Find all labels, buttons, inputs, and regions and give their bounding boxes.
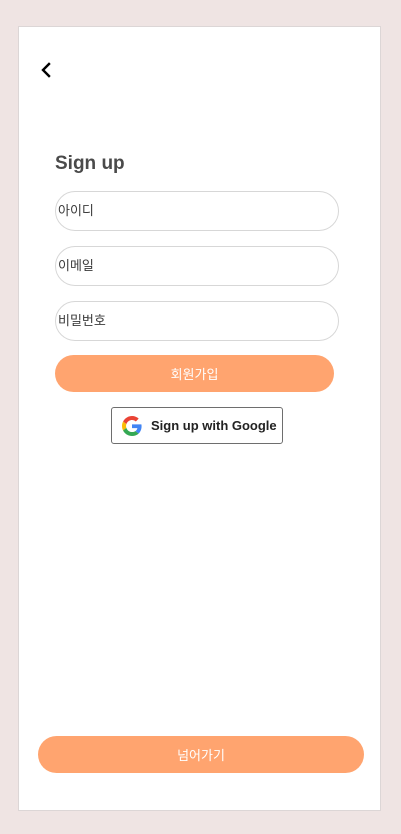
app-screen: Sign up 회원가입 Sign up with Google 넘어가기 (18, 26, 381, 811)
google-signup-button[interactable]: Sign up with Google (111, 407, 283, 444)
email-input[interactable] (55, 246, 339, 286)
signup-button[interactable]: 회원가입 (55, 355, 334, 392)
google-g-icon (122, 415, 142, 436)
chevron-left-icon[interactable] (39, 61, 53, 79)
id-input[interactable] (55, 191, 339, 231)
google-signup-label: Sign up with Google (151, 418, 277, 433)
password-input[interactable] (55, 301, 339, 341)
skip-button[interactable]: 넘어가기 (38, 736, 364, 773)
page-title: Sign up (55, 153, 125, 174)
